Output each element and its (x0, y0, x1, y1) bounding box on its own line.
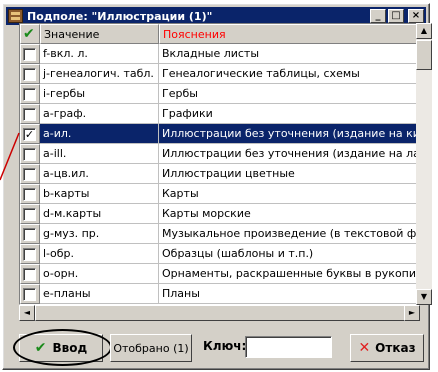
header-check-column[interactable]: ✔ (20, 24, 40, 44)
row-value-cell[interactable]: o-орн. (40, 264, 159, 284)
row-check-cell[interactable] (20, 184, 40, 204)
table-row[interactable]: j-генеалогич. табл. Генеалогические табли… (20, 64, 419, 84)
dialog-footer: ✔ Ввод Отобрано (1) Ключ: ✕ Отказ (13, 329, 424, 366)
cancel-button[interactable]: ✕ Отказ (350, 334, 424, 362)
minimize-button[interactable]: _ (370, 9, 386, 23)
row-checkbox[interactable] (23, 67, 36, 81)
highlight-oval (13, 329, 112, 366)
row-desc-cell[interactable]: Иллюстрации цветные (159, 164, 419, 184)
row-value-cell[interactable]: a-ил. (40, 124, 159, 144)
table-row[interactable]: ✓ a-ил. Иллюстрации без уточнения (издание… (20, 124, 419, 144)
row-checkbox[interactable] (23, 47, 36, 61)
grid-rows: f-вкл. л. Вкладные листы j-генеалогич. таб… (20, 44, 419, 304)
row-desc-cell[interactable]: Карты морские (159, 204, 419, 224)
scroll-right-button[interactable]: ► (404, 305, 420, 321)
table-row[interactable]: l-обр. Образцы (шаблоны и т.п.) (20, 244, 419, 264)
scroll-up-button[interactable]: ▲ (416, 23, 432, 39)
values-grid[interactable]: ✔ Значение Пояснения f-вкл. л. Вкладные л… (19, 23, 420, 305)
table-row[interactable]: d-м.карты Карты морские (20, 204, 419, 224)
row-checkbox[interactable] (23, 247, 36, 261)
row-value-cell[interactable]: f-вкл. л. (40, 44, 159, 64)
horizontal-scrollbar[interactable]: ◄ ► (19, 305, 420, 321)
row-desc-cell[interactable]: Генеалогические таблицы, схемы (159, 64, 419, 84)
row-check-cell[interactable] (20, 44, 40, 64)
row-checkbox[interactable]: ✓ (23, 127, 36, 141)
row-value-cell[interactable]: a-цв.ил. (40, 164, 159, 184)
row-checkbox[interactable] (23, 267, 36, 281)
cancel-button-label: Отказ (375, 341, 416, 355)
row-desc-cell[interactable]: Графики (159, 104, 419, 124)
row-value-cell[interactable]: l-обр. (40, 244, 159, 264)
table-row[interactable]: f-вкл. л. Вкладные листы (20, 44, 419, 64)
maximize-button[interactable]: □ (388, 9, 404, 23)
row-check-cell[interactable] (20, 224, 40, 244)
row-checkbox[interactable] (23, 207, 36, 221)
row-check-cell[interactable] (20, 164, 40, 184)
cancel-x-icon: ✕ (358, 340, 371, 356)
row-desc-cell[interactable]: Орнаменты, раскрашенные буквы в рукописи (159, 264, 419, 284)
row-checkbox[interactable] (23, 287, 36, 301)
row-check-cell[interactable] (20, 84, 40, 104)
row-check-cell[interactable] (20, 104, 40, 124)
row-desc-cell[interactable]: Образцы (шаблоны и т.п.) (159, 244, 419, 264)
header-desc-column[interactable]: Пояснения (159, 24, 419, 44)
row-desc-cell[interactable]: Планы (159, 284, 419, 304)
row-checkbox[interactable] (23, 107, 36, 121)
row-check-cell[interactable]: ✓ (20, 124, 40, 144)
grid-header: ✔ Значение Пояснения (20, 24, 419, 44)
table-row[interactable]: b-карты Карты (20, 184, 419, 204)
row-desc-cell[interactable]: Иллюстрации без уточнения (издание на ки… (159, 124, 419, 144)
row-check-cell[interactable] (20, 264, 40, 284)
row-check-cell[interactable] (20, 244, 40, 264)
table-row[interactable]: e-планы Планы (20, 284, 419, 304)
window-title: Подполе: "Иллюстрации (1)" (27, 9, 213, 23)
table-row[interactable]: a-граф. Графики (20, 104, 419, 124)
row-desc-cell[interactable]: Иллюстрации без уточнения (издание на ла… (159, 144, 419, 164)
row-check-cell[interactable] (20, 64, 40, 84)
vertical-scroll-thumb[interactable] (416, 40, 432, 70)
table-row[interactable]: g-муз. пр. Музыкальное произведение (в те… (20, 224, 419, 244)
row-value-cell[interactable]: j-генеалогич. табл. (40, 64, 159, 84)
row-value-cell[interactable]: b-карты (40, 184, 159, 204)
row-value-cell[interactable]: a-ill. (40, 144, 159, 164)
row-value-cell[interactable]: a-граф. (40, 104, 159, 124)
header-value-column[interactable]: Значение (40, 24, 159, 44)
scroll-down-button[interactable]: ▼ (416, 289, 432, 305)
row-desc-cell[interactable]: Музыкальное произведение (в текстовой фо… (159, 224, 419, 244)
row-value-cell[interactable]: d-м.карты (40, 204, 159, 224)
vertical-scrollbar[interactable]: ▲ ▼ (416, 23, 432, 305)
table-row[interactable]: a-цв.ил. Иллюстрации цветные (20, 164, 419, 184)
checkmark-icon: ✔ (23, 26, 35, 42)
row-checkbox[interactable] (23, 227, 36, 241)
row-checkbox[interactable] (23, 167, 36, 181)
app-icon (8, 9, 23, 23)
row-check-cell[interactable] (20, 284, 40, 304)
row-value-cell[interactable]: i-гербы (40, 84, 159, 104)
row-check-cell[interactable] (20, 204, 40, 224)
horizontal-scroll-thumb[interactable] (35, 305, 405, 321)
row-desc-cell[interactable]: Вкладные листы (159, 44, 419, 64)
row-checkbox[interactable] (23, 147, 36, 161)
row-desc-cell[interactable]: Карты (159, 184, 419, 204)
row-checkbox[interactable] (23, 187, 36, 201)
row-check-cell[interactable] (20, 144, 40, 164)
key-label: Ключ: (203, 339, 247, 353)
table-row[interactable]: o-орн. Орнаменты, раскрашенные буквы в ру… (20, 264, 419, 284)
close-button[interactable]: × (408, 9, 424, 23)
table-row[interactable]: a-ill. Иллюстрации без уточнения (издание… (20, 144, 419, 164)
row-checkbox[interactable] (23, 87, 36, 101)
scroll-left-button[interactable]: ◄ (19, 305, 35, 321)
row-value-cell[interactable]: e-планы (40, 284, 159, 304)
row-value-cell[interactable]: g-муз. пр. (40, 224, 159, 244)
table-row[interactable]: i-гербы Гербы (20, 84, 419, 104)
selected-count-button[interactable]: Отобрано (1) (110, 334, 192, 362)
row-desc-cell[interactable]: Гербы (159, 84, 419, 104)
key-input[interactable] (245, 336, 332, 358)
